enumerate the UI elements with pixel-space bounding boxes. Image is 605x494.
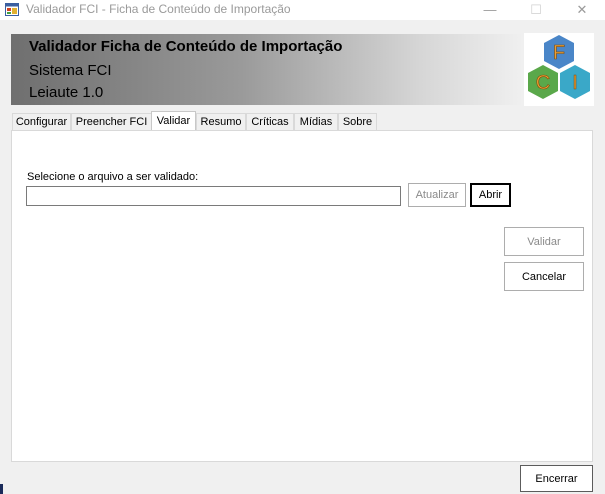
logo-letter-c: C bbox=[536, 72, 550, 94]
file-path-input[interactable] bbox=[26, 186, 401, 206]
tab-preencher-fci[interactable]: Preencher FCI bbox=[71, 113, 152, 130]
tab-midias[interactable]: Mídias bbox=[294, 113, 338, 130]
fci-logo-graphic: F C I bbox=[528, 35, 590, 99]
tab-resumo[interactable]: Resumo bbox=[196, 113, 246, 130]
validar-panel: Selecione o arquivo a ser validado: Atua… bbox=[11, 130, 593, 462]
window-title: Validador FCI - Ficha de Conteúdo de Imp… bbox=[26, 2, 291, 16]
close-button[interactable]: ✕ bbox=[559, 0, 605, 20]
logo-letter-i: I bbox=[572, 72, 578, 94]
validar-button[interactable]: Validar bbox=[504, 227, 584, 256]
file-select-label: Selecione o arquivo a ser validado: bbox=[27, 171, 199, 183]
tab-sobre[interactable]: Sobre bbox=[338, 113, 377, 130]
header-version: Leiaute 1.0 bbox=[29, 84, 104, 101]
abrir-button[interactable]: Abrir bbox=[470, 183, 511, 207]
title-bar: Validador FCI - Ficha de Conteúdo de Imp… bbox=[0, 0, 605, 20]
app-icon bbox=[5, 3, 19, 16]
tab-configurar[interactable]: Configurar bbox=[12, 113, 71, 130]
fci-logo: F C I bbox=[524, 33, 594, 106]
header-banner: Validador Ficha de Conteúdo de Importaçã… bbox=[11, 34, 523, 105]
logo-letter-f: F bbox=[553, 42, 565, 64]
header-subtitle: Sistema FCI bbox=[29, 62, 112, 79]
header-title: Validador Ficha de Conteúdo de Importaçã… bbox=[29, 38, 343, 55]
taskbar-edge bbox=[0, 484, 3, 494]
atualizar-button[interactable]: Atualizar bbox=[408, 183, 466, 207]
encerrar-button[interactable]: Encerrar bbox=[520, 465, 593, 492]
tab-validar[interactable]: Validar bbox=[151, 111, 196, 131]
minimize-button[interactable]: — bbox=[467, 0, 513, 20]
maximize-button[interactable]: ☐ bbox=[513, 0, 559, 20]
cancelar-button[interactable]: Cancelar bbox=[504, 262, 584, 291]
tab-criticas[interactable]: Críticas bbox=[246, 113, 294, 130]
